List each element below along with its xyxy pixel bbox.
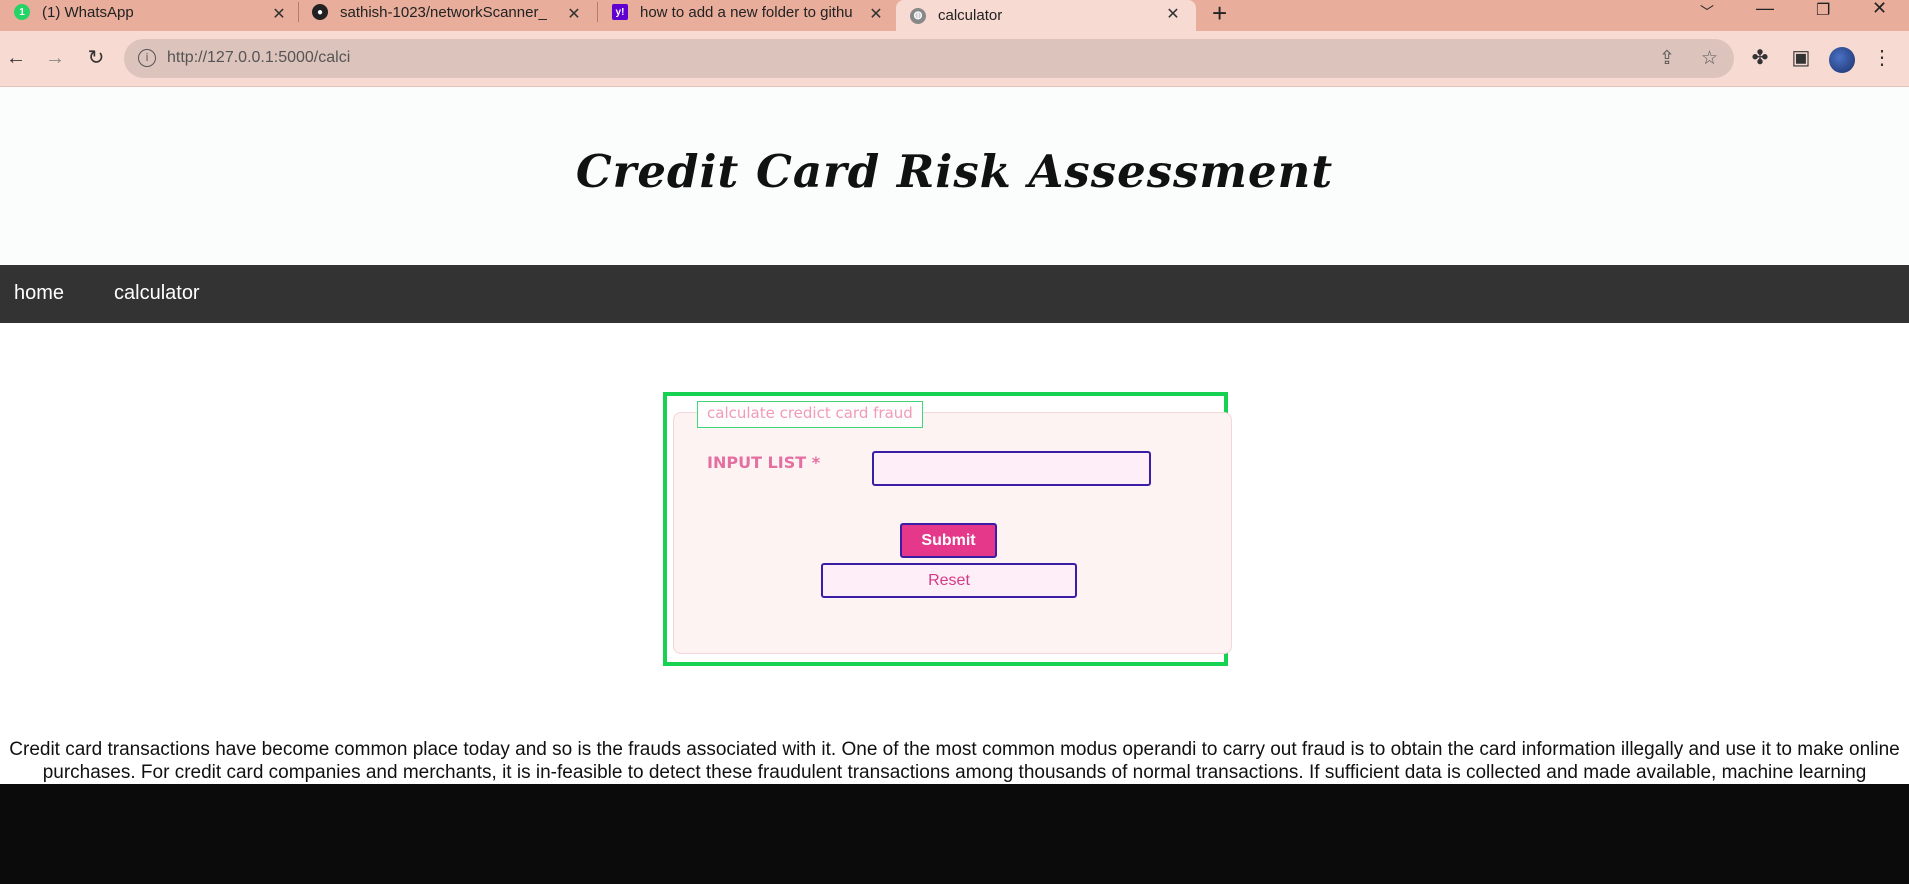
- github-icon: ●: [312, 4, 328, 20]
- tab-title: how to add a new folder to githu: [640, 3, 853, 21]
- tab-search-icon[interactable]: ﹀: [1700, 2, 1714, 22]
- close-tab-icon[interactable]: ✕: [270, 4, 288, 24]
- share-icon[interactable]: ⇪: [1659, 47, 1675, 70]
- reload-icon[interactable]: ↻: [84, 47, 108, 69]
- nav-home-link[interactable]: home: [14, 282, 64, 305]
- browser-toolbar: ← → ↻ i http://127.0.0.1:5000/calci ⇪ ☆ …: [0, 31, 1909, 87]
- tab-title: (1) WhatsApp: [42, 3, 134, 21]
- form-legend: calculate credict card fraud: [697, 401, 923, 428]
- submit-button[interactable]: Submit: [900, 523, 997, 558]
- page-title: Credit Card Risk Assessment: [575, 145, 1334, 198]
- tab-separator: [298, 2, 299, 22]
- input-list-label: INPUT LIST *: [707, 453, 821, 472]
- url-text[interactable]: http://127.0.0.1:5000/calci: [167, 49, 350, 67]
- tab-separator: [597, 2, 598, 22]
- tab-yahoo[interactable]: y! how to add a new folder to githu ✕: [612, 0, 885, 24]
- side-panel-icon[interactable]: ▣: [1789, 47, 1813, 69]
- tab-title: sathish-1023/networkScanner_: [340, 3, 547, 21]
- whatsapp-icon: 1: [14, 4, 30, 20]
- forward-icon[interactable]: →: [43, 47, 67, 69]
- profile-avatar[interactable]: [1829, 47, 1855, 73]
- bookmark-star-icon[interactable]: ☆: [1701, 47, 1718, 70]
- tab-strip: 1 (1) WhatsApp ✕ ● sathish-1023/networkS…: [0, 0, 1909, 31]
- new-tab-button[interactable]: +: [1212, 0, 1227, 29]
- tab-calculator[interactable]: ◍ calculator ✕: [896, 0, 1196, 31]
- yahoo-icon: y!: [612, 4, 628, 20]
- back-icon[interactable]: ←: [4, 47, 28, 69]
- site-info-icon[interactable]: i: [138, 49, 156, 67]
- nav-calculator-link[interactable]: calculator: [114, 282, 200, 305]
- reset-button[interactable]: Reset: [821, 563, 1077, 598]
- close-tab-icon[interactable]: ✕: [565, 4, 583, 24]
- nav-bar: home calculator: [0, 265, 1909, 323]
- page-footer: [0, 784, 1909, 884]
- address-bar[interactable]: i http://127.0.0.1:5000/calci ⇪ ☆: [124, 39, 1734, 78]
- menu-icon[interactable]: ⋮: [1870, 47, 1894, 69]
- close-tab-icon[interactable]: ✕: [867, 4, 885, 24]
- close-tab-icon[interactable]: ✕: [1164, 4, 1182, 24]
- page-content: Credit Card Risk Assessment home calcula…: [0, 87, 1909, 884]
- input-list-field[interactable]: [872, 451, 1151, 486]
- tab-whatsapp[interactable]: 1 (1) WhatsApp ✕: [14, 0, 288, 24]
- extensions-icon[interactable]: ✤: [1748, 47, 1772, 69]
- page-header: Credit Card Risk Assessment: [0, 87, 1909, 265]
- tab-github[interactable]: ● sathish-1023/networkScanner_ ✕: [312, 0, 583, 24]
- tab-title: calculator: [938, 7, 1003, 24]
- minimize-icon[interactable]: —: [1756, 0, 1774, 19]
- globe-icon: ◍: [910, 7, 926, 24]
- restore-icon[interactable]: ❐: [1816, 0, 1830, 20]
- close-window-icon[interactable]: ✕: [1872, 0, 1887, 19]
